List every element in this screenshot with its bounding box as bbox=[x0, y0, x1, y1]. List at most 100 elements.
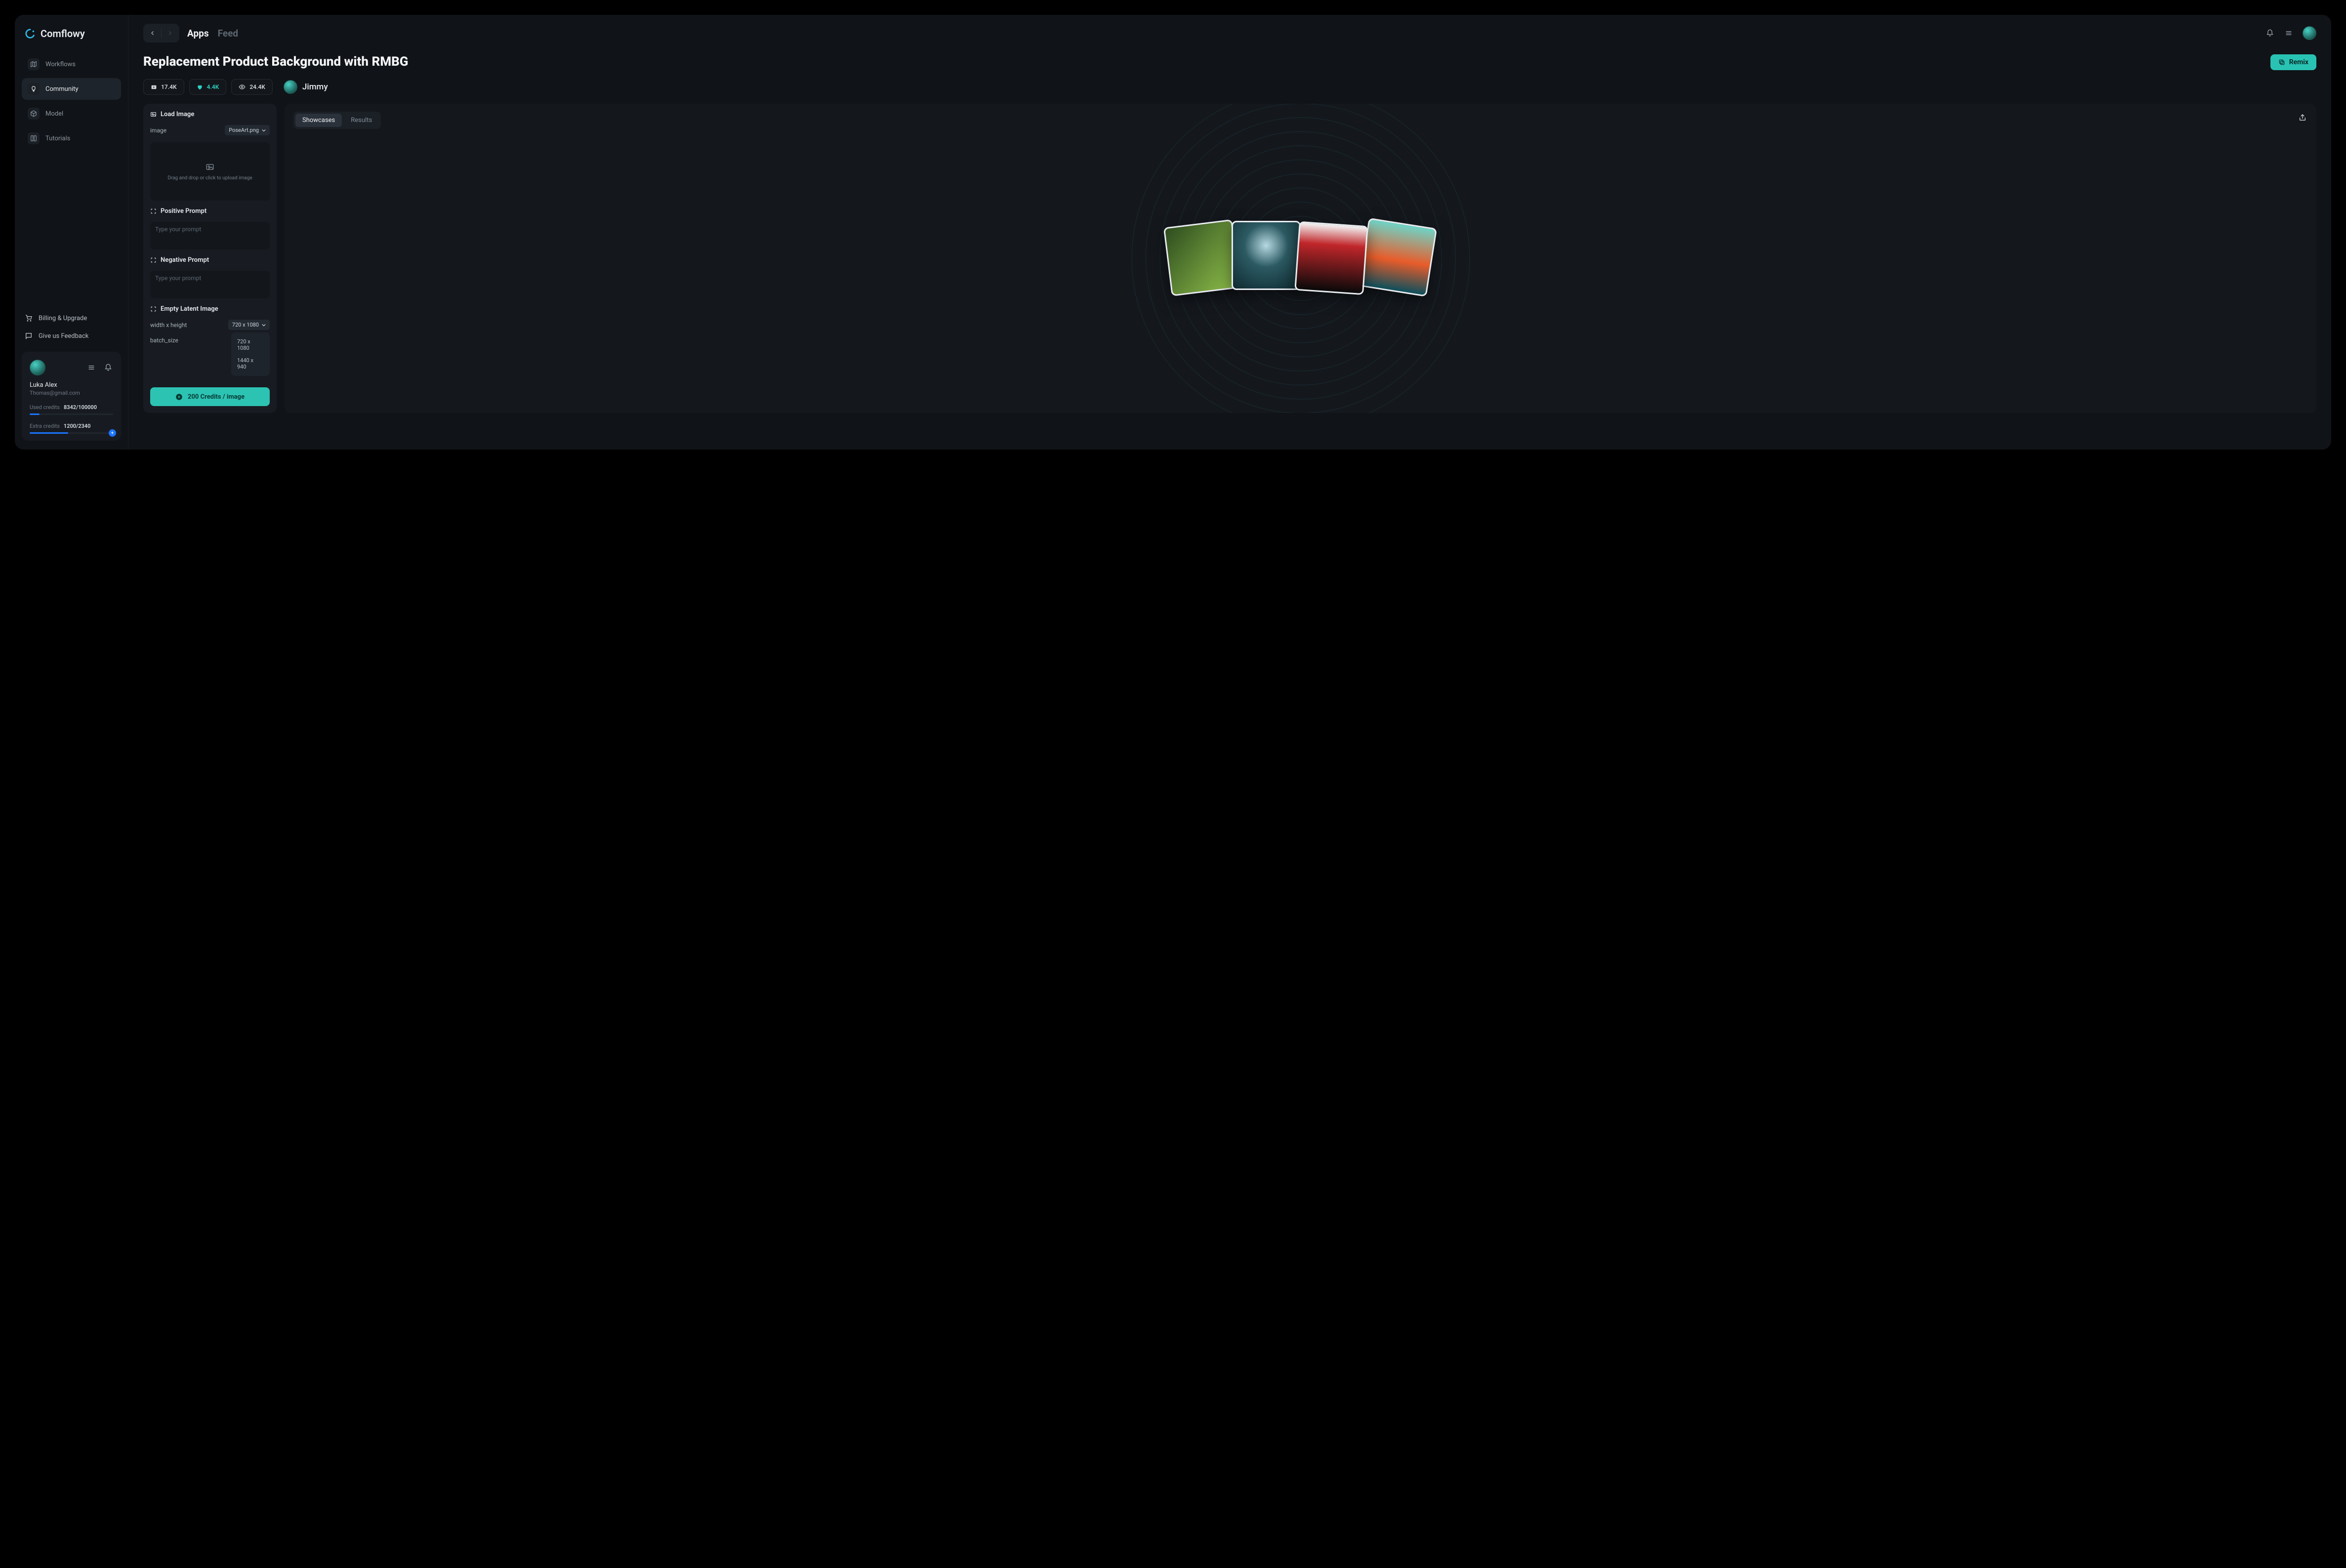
image-filename-select[interactable]: PoseArt.png bbox=[225, 125, 270, 135]
sliders-icon[interactable] bbox=[2284, 28, 2294, 38]
showcase-card[interactable] bbox=[1294, 221, 1368, 295]
page-title: Replacement Product Background with RMBG bbox=[143, 54, 409, 69]
sidebar-item-label: Tutorials bbox=[45, 135, 70, 142]
workarea: Load Image image PoseArt.png Drag and dr… bbox=[143, 104, 2316, 413]
positive-prompt-input[interactable]: Type your prompt bbox=[150, 222, 270, 249]
author[interactable]: Jimmy bbox=[284, 80, 328, 94]
brand[interactable]: Comflowy bbox=[22, 24, 121, 50]
load-image-title: Load Image bbox=[150, 111, 270, 118]
copy-icon bbox=[2278, 59, 2285, 66]
tab-apps[interactable]: Apps bbox=[187, 28, 209, 39]
main: Apps Feed Replacement Product Background… bbox=[128, 15, 2331, 450]
book-icon bbox=[28, 132, 40, 144]
sidebar-item-label: Billing & Upgrade bbox=[39, 315, 87, 322]
play-circle-icon bbox=[175, 393, 183, 401]
eye-icon bbox=[239, 83, 246, 90]
settings-icon[interactable] bbox=[86, 363, 96, 372]
user-email: Thomas@gmail.com bbox=[30, 390, 113, 396]
likes-chip[interactable]: 4.4K bbox=[189, 79, 227, 95]
chat-icon bbox=[25, 332, 33, 340]
image-field-label: image bbox=[150, 127, 166, 134]
tab-results[interactable]: Results bbox=[344, 114, 379, 127]
topbar: Apps Feed bbox=[128, 15, 2331, 51]
image-dropzone[interactable]: Drag and drop or click to upload image bbox=[150, 142, 270, 201]
plays-chip[interactable]: 17.4K bbox=[143, 79, 184, 95]
history-nav bbox=[143, 24, 179, 42]
views-chip[interactable]: 24.4K bbox=[231, 79, 273, 95]
wh-dropdown: 720 x 1080 1440 x 940 bbox=[231, 332, 270, 376]
remix-button[interactable]: Remix bbox=[2270, 54, 2316, 70]
sidebar-item-feedback[interactable]: Give us Feedback bbox=[22, 328, 121, 344]
meta-row: 17.4K 4.4K 24.4K Jimmy bbox=[143, 79, 2316, 95]
author-avatar bbox=[284, 80, 297, 94]
bell-icon[interactable] bbox=[2265, 28, 2275, 38]
wh-option[interactable]: 1440 x 940 bbox=[231, 354, 270, 373]
plays-value: 17.4K bbox=[161, 83, 177, 90]
positive-prompt-placeholder: Type your prompt bbox=[155, 226, 201, 233]
image-filename: PoseArt.png bbox=[229, 127, 259, 133]
primary-nav: Workflows Community Model Tutorials bbox=[22, 53, 121, 149]
sidebar-item-billing[interactable]: Billing & Upgrade bbox=[22, 310, 121, 326]
negative-prompt-input[interactable]: Type your prompt bbox=[150, 271, 270, 298]
used-credits-label: Used credits bbox=[30, 404, 60, 411]
top-tabs: Apps Feed bbox=[187, 28, 238, 39]
form-panel: Load Image image PoseArt.png Drag and dr… bbox=[143, 104, 277, 413]
author-name: Jimmy bbox=[302, 82, 328, 92]
user-avatar[interactable] bbox=[30, 360, 45, 375]
page-head: Replacement Product Background with RMBG… bbox=[143, 54, 2316, 70]
sidebar: Comflowy Workflows Community Model Tutor… bbox=[15, 15, 128, 450]
back-button[interactable] bbox=[146, 27, 159, 40]
run-button[interactable]: 200 Credits / image bbox=[150, 387, 270, 406]
app-shell: Comflowy Workflows Community Model Tutor… bbox=[15, 15, 2331, 450]
play-icon bbox=[151, 84, 157, 90]
remix-label: Remix bbox=[2289, 58, 2308, 66]
sidebar-item-tutorials[interactable]: Tutorials bbox=[22, 127, 121, 149]
views-value: 24.4K bbox=[249, 83, 265, 90]
drop-hint: Drag and drop or click to upload image bbox=[167, 175, 252, 181]
tab-showcases[interactable]: Showcases bbox=[295, 114, 342, 127]
bulb-icon bbox=[28, 83, 40, 95]
showcase-tabs: Showcases Results bbox=[293, 112, 381, 129]
share-icon bbox=[2299, 114, 2306, 122]
sidebar-item-label: Workflows bbox=[45, 61, 76, 68]
chevron-down-icon bbox=[262, 323, 266, 327]
showcase-card[interactable] bbox=[1163, 219, 1240, 296]
wh-selected: 720 x 1080 bbox=[232, 322, 259, 328]
bell-icon[interactable] bbox=[103, 363, 113, 372]
secondary-nav: Billing & Upgrade Give us Feedback bbox=[22, 310, 121, 344]
sidebar-item-label: Model bbox=[45, 110, 63, 118]
used-credits-row: Used credits 8342/100000 bbox=[30, 404, 113, 411]
used-credits-value: 8342/100000 bbox=[64, 404, 97, 411]
likes-value: 4.4K bbox=[207, 83, 219, 90]
scan-icon bbox=[150, 208, 157, 214]
image-placeholder-icon bbox=[206, 163, 214, 171]
showcase-card[interactable] bbox=[1232, 221, 1301, 290]
share-button[interactable] bbox=[2298, 113, 2307, 123]
heart-icon bbox=[197, 84, 203, 90]
sidebar-item-model[interactable]: Model bbox=[22, 103, 121, 124]
extra-credits-row: Extra credits 1200/2340 bbox=[30, 423, 113, 429]
latent-title: Empty Latent Image bbox=[150, 305, 270, 313]
cart-icon bbox=[25, 314, 33, 322]
user-card: Luka Alex Thomas@gmail.com Used credits … bbox=[22, 352, 121, 441]
sidebar-item-workflows[interactable]: Workflows bbox=[22, 53, 121, 75]
map-icon bbox=[28, 58, 40, 70]
wh-select[interactable]: 720 x 1080 bbox=[228, 320, 270, 330]
sidebar-item-community[interactable]: Community bbox=[22, 78, 121, 100]
wh-option[interactable]: 720 x 1080 bbox=[231, 335, 270, 354]
user-name: Luka Alex bbox=[30, 381, 113, 389]
scan-icon bbox=[150, 306, 157, 312]
showcase-card[interactable] bbox=[1358, 218, 1437, 297]
extra-credits-value: 1200/2340 bbox=[64, 423, 90, 429]
showcase-cards bbox=[1162, 224, 1439, 293]
run-label: 200 Credits / image bbox=[188, 393, 245, 401]
brand-logo-icon bbox=[25, 28, 36, 39]
top-avatar[interactable] bbox=[2303, 26, 2316, 40]
forward-button[interactable] bbox=[164, 27, 176, 40]
chevron-down-icon bbox=[262, 128, 266, 132]
add-credits-button[interactable]: + bbox=[109, 429, 116, 437]
tab-feed[interactable]: Feed bbox=[218, 28, 238, 39]
used-credits-bar bbox=[30, 413, 113, 415]
showcase-panel: Showcases Results bbox=[285, 104, 2316, 413]
negative-prompt-placeholder: Type your prompt bbox=[155, 275, 201, 282]
